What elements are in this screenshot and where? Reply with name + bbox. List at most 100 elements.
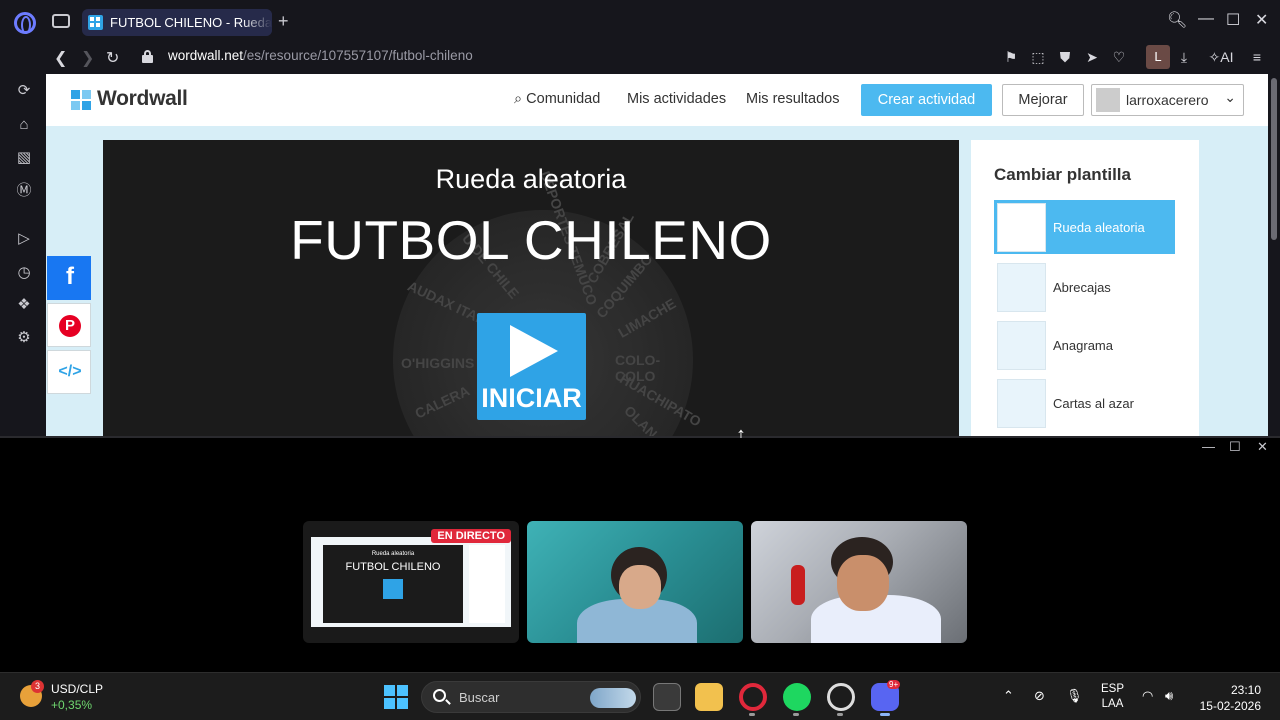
language-indicator[interactable]: ESP LAA bbox=[1101, 682, 1124, 712]
template-label: Abrecajas bbox=[1053, 280, 1111, 295]
template-cartas-al-azar[interactable]: Cartas al azar bbox=[994, 376, 1175, 430]
template-abrecajas[interactable]: Abrecajas bbox=[994, 260, 1175, 314]
profile-avatar[interactable]: L bbox=[1146, 45, 1170, 69]
extensions-icon[interactable]: ❖ bbox=[15, 296, 33, 314]
minimize-icon[interactable]: — bbox=[1198, 10, 1214, 28]
user-menu[interactable]: larroxacerero ⌄ bbox=[1091, 84, 1244, 116]
username: larroxacerero bbox=[1126, 92, 1209, 108]
cartas-thumbnail-icon bbox=[997, 379, 1046, 428]
maximize-icon[interactable]: ☐ bbox=[1229, 439, 1241, 455]
game-title: FUTBOL CHILENO bbox=[290, 209, 772, 271]
template-rueda-aleatoria[interactable]: Rueda aleatoria bbox=[994, 200, 1175, 254]
anagrama-thumbnail-icon bbox=[997, 321, 1046, 370]
maximize-icon[interactable]: ☐ bbox=[1226, 10, 1240, 30]
address-bar: ❮ ❯ ↻ wordwall.net/es/resource/107557107… bbox=[0, 44, 1280, 74]
nav-comunidad[interactable]: ⌕ Comunidad bbox=[514, 91, 600, 107]
wheel-label: O'HIGGINS bbox=[401, 355, 475, 371]
site-header: Wordwall ⌕ Comunidad Mis actividades Mis… bbox=[46, 74, 1268, 126]
browser-window: FUTBOL CHILENO - Rueda + 🔍︎ — ☐ ✕ ❮ ❯ ↻ … bbox=[0, 0, 1280, 436]
iniciar-label: INICIAR bbox=[481, 383, 582, 413]
stream-window: — ☐ ✕ Rueda aleatoria FUTBOL CHILENO EN … bbox=[0, 438, 1280, 672]
file-explorer-icon[interactable] bbox=[695, 683, 723, 711]
facebook-share-button[interactable]: f bbox=[47, 256, 91, 300]
pinterest-share-button[interactable]: P bbox=[47, 303, 91, 347]
template-label: Cartas al azar bbox=[1053, 396, 1134, 411]
tab-futbol-chileno[interactable]: FUTBOL CHILENO - Rueda bbox=[82, 9, 272, 36]
nav-mis-actividades[interactable]: Mis actividades bbox=[627, 91, 726, 107]
search-highlight-image bbox=[590, 688, 636, 708]
forward-icon[interactable]: ❯ bbox=[81, 48, 94, 68]
menu-icon[interactable]: ≡ bbox=[1248, 49, 1266, 65]
wordwall-page: Wordwall ⌕ Comunidad Mis actividades Mis… bbox=[46, 74, 1268, 436]
wordwall-logo-icon[interactable] bbox=[71, 90, 91, 110]
wordwall-logo[interactable]: Wordwall bbox=[97, 87, 188, 111]
back-icon[interactable]: ❮ bbox=[54, 48, 67, 68]
screen-share-tile[interactable]: Rueda aleatoria FUTBOL CHILENO EN DIRECT… bbox=[303, 521, 519, 643]
wallet-icon[interactable]: ▧ bbox=[15, 149, 33, 167]
settings-icon[interactable]: ⚙ bbox=[15, 329, 33, 347]
send-icon[interactable]: ➤ bbox=[1083, 49, 1101, 66]
network-off-icon[interactable]: ⊘ bbox=[1034, 688, 1045, 704]
nav-mis-resultados[interactable]: Mis resultados bbox=[746, 91, 839, 107]
webcam-tile-2[interactable] bbox=[751, 521, 967, 643]
close-icon[interactable]: ✕ bbox=[1255, 10, 1268, 30]
url-field[interactable]: wordwall.net/es/resource/107557107/futbo… bbox=[168, 48, 473, 63]
abrecajas-thumbnail-icon bbox=[997, 263, 1046, 312]
task-view-icon[interactable] bbox=[653, 683, 681, 711]
history-icon[interactable]: ◷ bbox=[15, 264, 33, 282]
pinterest-icon: P bbox=[59, 315, 81, 337]
workspaces-icon[interactable] bbox=[52, 14, 70, 28]
speed-dial-icon[interactable]: ⟳ bbox=[15, 82, 33, 100]
page-scrollbar[interactable] bbox=[1268, 74, 1280, 436]
mini-title: FUTBOL CHILENO bbox=[345, 561, 441, 573]
crear-actividad-button[interactable]: Crear actividad bbox=[861, 84, 992, 116]
snapshot-icon[interactable]: ⬚ bbox=[1029, 49, 1047, 66]
widgets-badge: 3 bbox=[31, 680, 44, 693]
messenger-icon[interactable]: Ⓜ bbox=[15, 182, 33, 200]
mejorar-button[interactable]: Mejorar bbox=[1002, 84, 1084, 116]
webcam-tile-1[interactable] bbox=[527, 521, 743, 643]
player-icon[interactable]: ▷ bbox=[15, 230, 33, 248]
obs-icon[interactable] bbox=[827, 683, 855, 711]
start-windows-icon[interactable] bbox=[384, 685, 408, 709]
ticker-name[interactable]: USD/CLP bbox=[51, 682, 103, 696]
taskbar: 3 USD/CLP +0,35% Buscar 9+ ⌃ ⊘ 🎙︎ ESP LAA… bbox=[0, 672, 1280, 720]
aria-icon[interactable]: ⌂ bbox=[15, 116, 33, 134]
opera-app-icon[interactable] bbox=[739, 683, 767, 711]
minimize-icon[interactable]: — bbox=[1202, 439, 1215, 454]
search-tabs-icon[interactable]: 🔍︎ bbox=[1167, 10, 1187, 30]
heart-icon[interactable]: ♡ bbox=[1110, 49, 1128, 66]
opera-logo-icon[interactable] bbox=[14, 12, 36, 34]
template-label: Anagrama bbox=[1053, 338, 1113, 353]
template-panel: Cambiar plantilla Rueda aleatoria Abreca… bbox=[971, 140, 1199, 436]
microphone-icon[interactable]: 🎙︎ bbox=[1066, 688, 1083, 704]
ai-button[interactable]: ✧AI bbox=[1204, 49, 1238, 66]
wheel-label: CALERA bbox=[412, 382, 472, 422]
live-badge: EN DIRECTO bbox=[431, 529, 511, 543]
scroll-thumb[interactable] bbox=[1271, 78, 1277, 240]
game-panel: DEPORTES TEMUCO COBRESAL COQUIMBO LIMACH… bbox=[103, 140, 959, 436]
reload-icon[interactable]: ↻ bbox=[106, 48, 119, 68]
ticker-change: +0,35% bbox=[51, 698, 93, 712]
volume-icon[interactable]: 🔊︎ bbox=[1165, 688, 1173, 704]
wordwall-favicon-icon bbox=[88, 15, 103, 30]
pin-icon[interactable]: ⚑ bbox=[1002, 49, 1020, 66]
wifi-icon[interactable]: ◠ bbox=[1142, 688, 1153, 704]
chevron-up-icon[interactable]: ⌃ bbox=[1003, 688, 1014, 704]
iniciar-button[interactable]: INICIAR bbox=[477, 313, 586, 420]
new-tab-plus-icon[interactable]: + bbox=[278, 11, 289, 32]
facebook-icon: f bbox=[66, 263, 74, 290]
browser-sidebar: ⟳ ⌂ ▧ Ⓜ ▷ ◷ ❖ ⚙ bbox=[0, 74, 46, 436]
template-anagrama[interactable]: Anagrama bbox=[994, 318, 1175, 372]
clock[interactable]: 23:10 15-02-2026 bbox=[1199, 682, 1261, 714]
mini-play-icon bbox=[383, 579, 403, 599]
avatar bbox=[1096, 88, 1120, 112]
close-icon[interactable]: ✕ bbox=[1257, 439, 1268, 455]
download-icon[interactable]: ⤓ bbox=[1175, 49, 1193, 66]
embed-share-button[interactable]: </> bbox=[47, 350, 91, 394]
wheel-label: OLAN bbox=[621, 402, 661, 436]
spotify-icon[interactable] bbox=[783, 683, 811, 711]
taskbar-search[interactable]: Buscar bbox=[421, 681, 641, 713]
shield-icon[interactable]: ⛊ bbox=[1056, 49, 1074, 66]
template-panel-title: Cambiar plantilla bbox=[994, 165, 1131, 184]
